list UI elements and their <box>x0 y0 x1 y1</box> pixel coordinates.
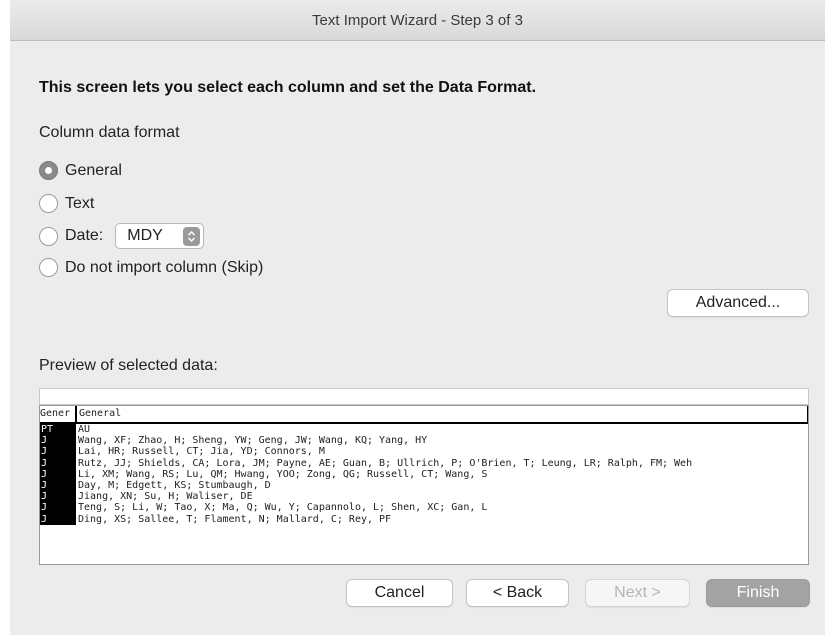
column-data-format-label: Column data format <box>39 124 180 141</box>
radio-general-label: General <box>65 161 122 179</box>
radio-button[interactable] <box>39 226 58 246</box>
data-preview-table[interactable]: Gener General PT AU J Wang, XF; Zhao, H;… <box>39 405 809 565</box>
date-format-value: MDY <box>127 227 163 244</box>
radio-skip[interactable]: Do not import column (Skip) <box>39 258 263 277</box>
table-cell: Jiang, XN; Su, H; Waliser, DE <box>78 491 253 503</box>
table-cell: Rutz, JJ; Shields, CA; Lora, JM; Payne, … <box>78 457 693 469</box>
table-row: J Day, M; Edgett, KS; Stumbaugh, D <box>40 480 808 492</box>
preview-label: Preview of selected data: <box>39 357 218 374</box>
table-row: J Teng, S; Li, W; Tao, X; Ma, Q; Wu, Y; … <box>40 502 808 514</box>
radio-text-label: Text <box>65 194 95 212</box>
table-row: J Lai, HR; Russell, CT; Jia, YD; Connors… <box>40 446 808 458</box>
table-cell: J <box>40 435 76 447</box>
radio-button[interactable] <box>39 258 58 277</box>
table-cell: J <box>40 513 76 525</box>
table-cell: Teng, S; Li, W; Tao, X; Ma, Q; Wu, Y; Ca… <box>78 502 488 514</box>
title-bar: Text Import Wizard - Step 3 of 3 <box>10 0 825 41</box>
table-row: J Ding, XS; Sallee, T; Flament, N; Malla… <box>40 513 808 525</box>
table-cell: Day, M; Edgett, KS; Stumbaugh, D <box>78 480 271 492</box>
up-down-chevron-icon <box>183 226 201 246</box>
table-row: J Wang, XF; Zhao, H; Sheng, YW; Geng, JW… <box>40 435 808 447</box>
preview-column-headers: Gener General <box>40 406 808 424</box>
column-header[interactable]: General <box>76 406 808 422</box>
cancel-button[interactable]: Cancel <box>346 579 453 607</box>
table-row: J Rutz, JJ; Shields, CA; Lora, JM; Payne… <box>40 457 808 469</box>
window-title: Text Import Wizard - Step 3 of 3 <box>312 11 523 29</box>
table-cell: J <box>40 446 76 458</box>
table-cell: Lai, HR; Russell, CT; Jia, YD; Connors, … <box>78 446 325 458</box>
radio-skip-label: Do not import column (Skip) <box>65 258 264 276</box>
table-cell: Wang, XF; Zhao, H; Sheng, YW; Geng, JW; … <box>78 435 428 447</box>
window-left-edge <box>0 0 10 635</box>
table-cell: Ding, XS; Sallee, T; Flament, N; Mallard… <box>78 513 392 525</box>
table-cell: J <box>40 480 76 492</box>
instruction-heading: This screen lets you select each column … <box>39 79 537 96</box>
table-cell: AU <box>78 424 91 435</box>
back-button[interactable]: < Back <box>466 579 569 607</box>
radio-text[interactable]: Text <box>39 194 94 213</box>
table-cell: PT <box>40 424 76 436</box>
table-cell: Li, XM; Wang, RS; Lu, QM; Hwang, YOO; Zo… <box>78 468 488 480</box>
next-button[interactable]: Next > <box>585 579 690 607</box>
table-cell: J <box>40 491 76 503</box>
table-cell: J <box>40 468 76 481</box>
radio-button-checked[interactable] <box>39 161 58 180</box>
table-row: J Jiang, XN; Su, H; Waliser, DE <box>40 491 808 503</box>
radio-date-label: Date: <box>65 227 104 244</box>
column-header[interactable]: Gener <box>40 406 76 422</box>
table-cell: J <box>40 502 76 514</box>
date-format-select[interactable]: MDY <box>115 223 205 249</box>
finish-button[interactable]: Finish <box>706 579 810 607</box>
advanced-button[interactable]: Advanced... <box>667 289 809 317</box>
table-row: PT AU <box>40 424 808 436</box>
radio-date[interactable]: Date: MDY <box>39 223 205 249</box>
table-cell: J <box>40 457 76 469</box>
table-row: J Li, XM; Wang, RS; Lu, QM; Hwang, YOO; … <box>40 468 808 481</box>
radio-button[interactable] <box>39 194 58 213</box>
preview-header-bar <box>39 388 809 405</box>
radio-general[interactable]: General <box>39 161 122 180</box>
